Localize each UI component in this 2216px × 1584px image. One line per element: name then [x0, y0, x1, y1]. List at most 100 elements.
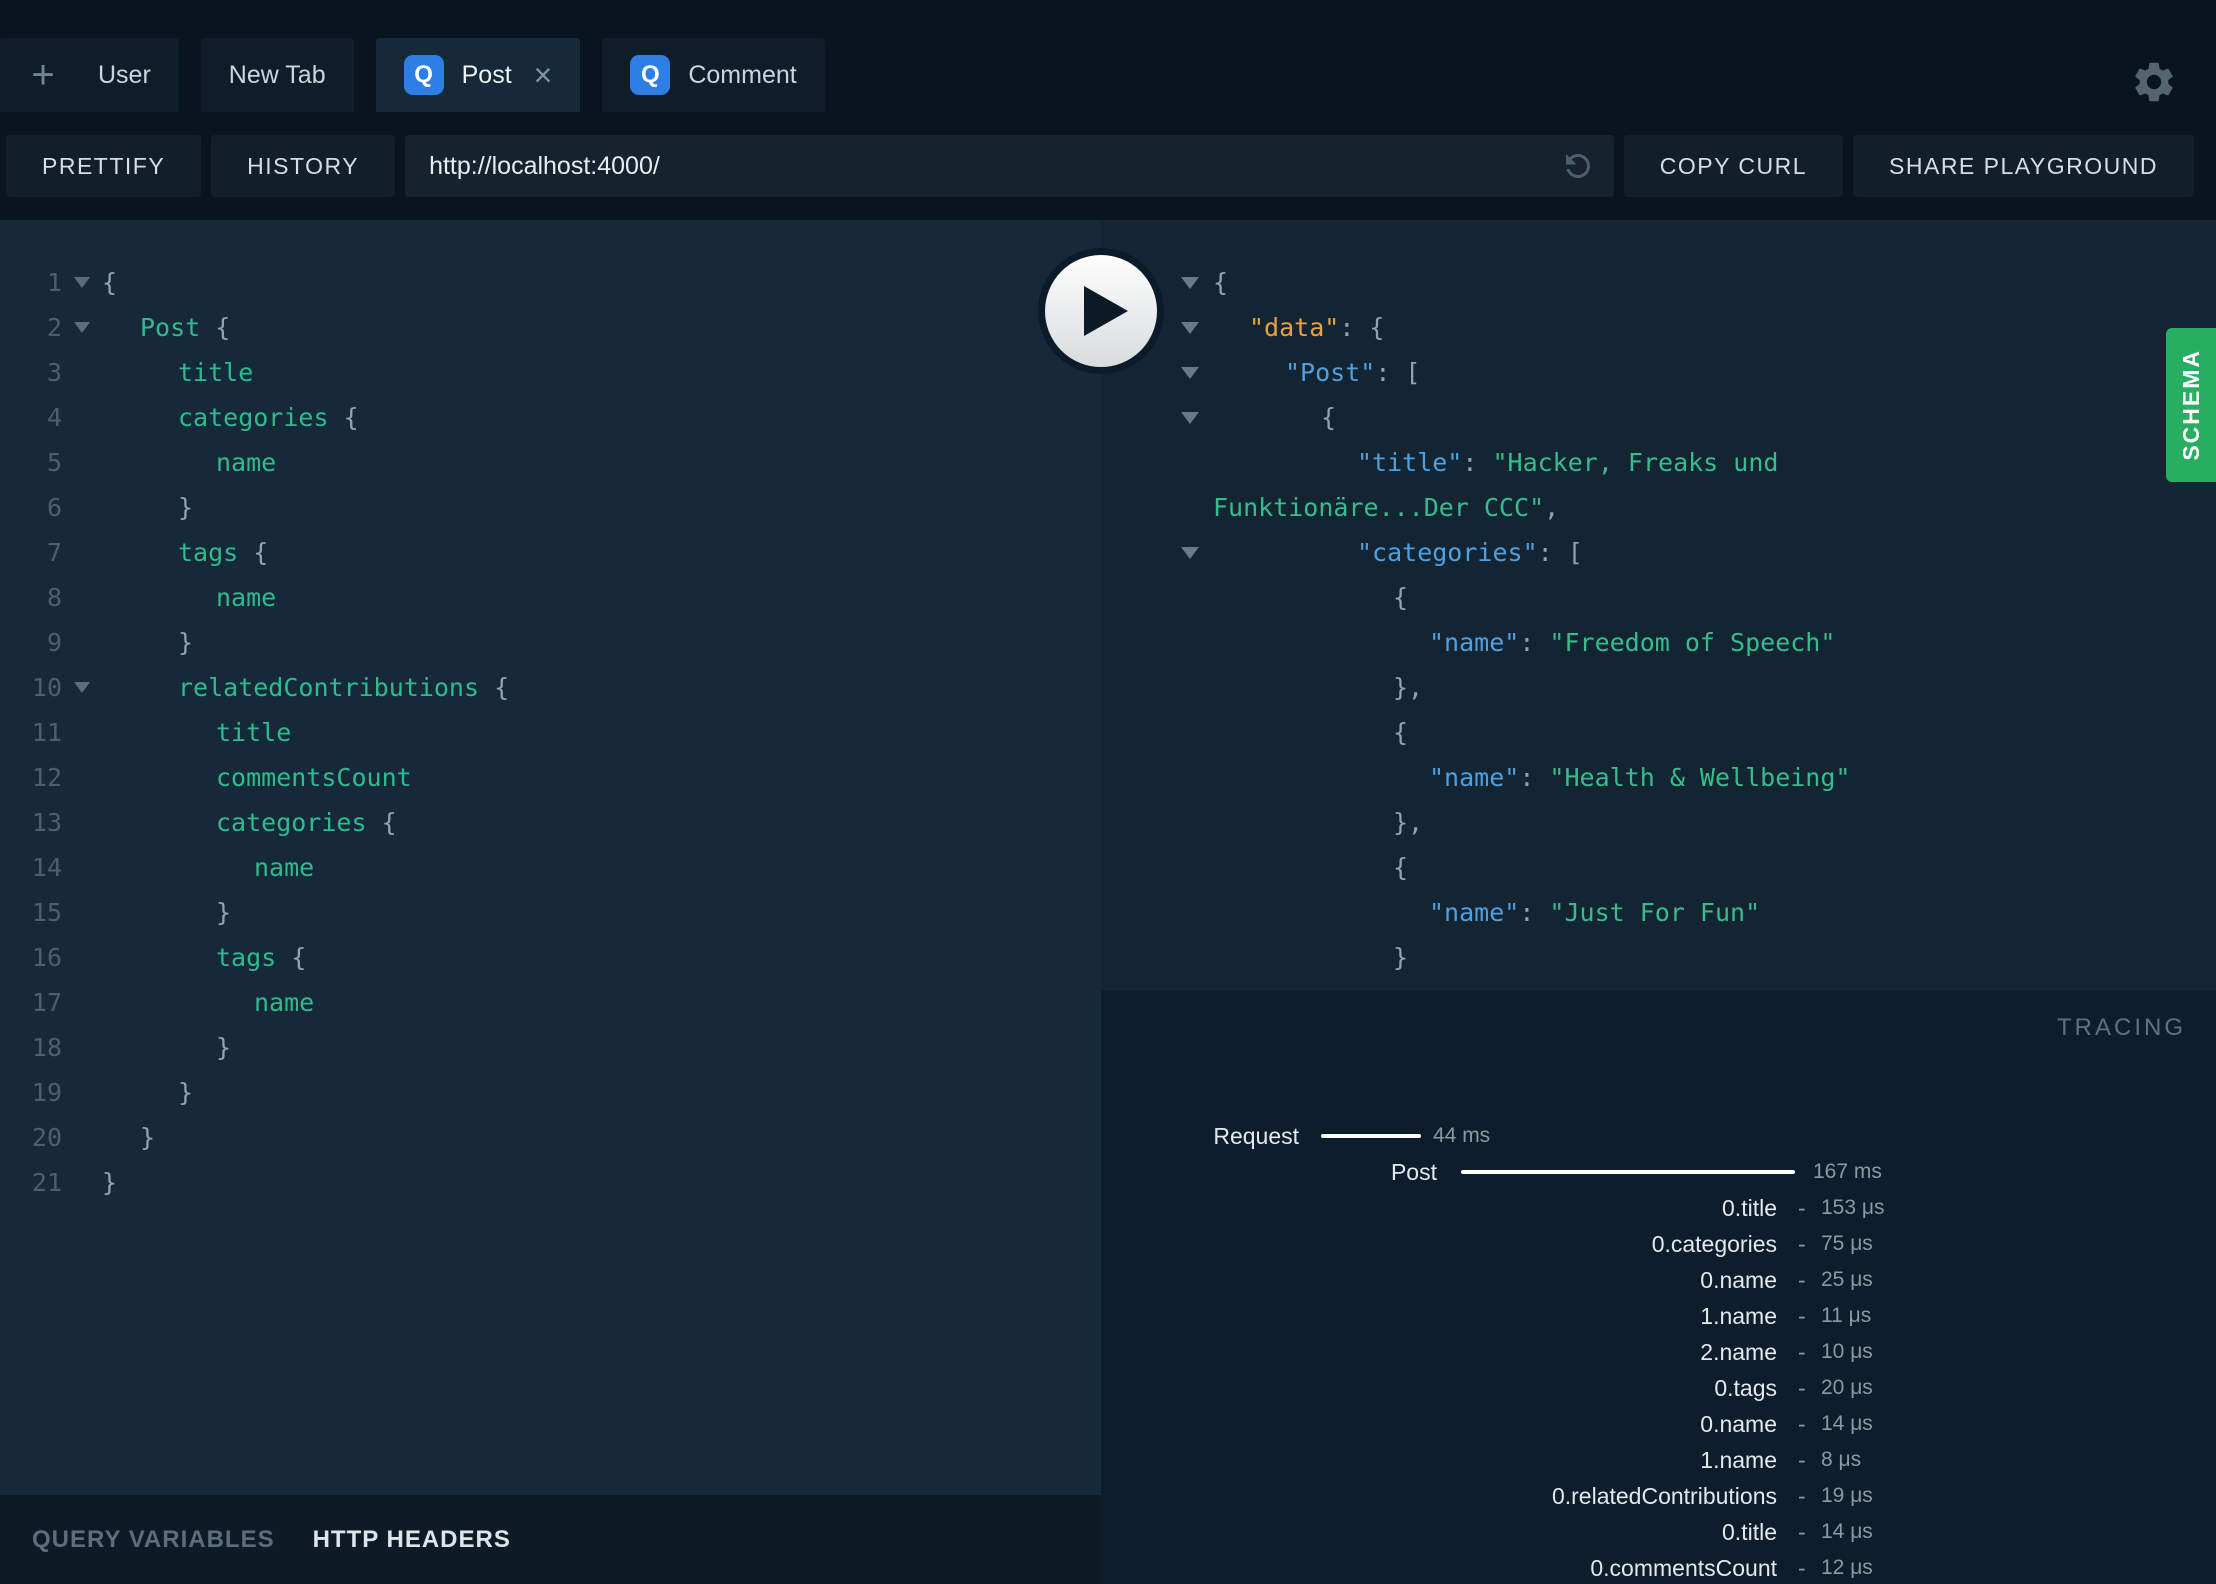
query-line[interactable]: 2 Post {: [0, 305, 1101, 350]
code-token: tags: [216, 943, 277, 972]
code-token: "data": [1249, 313, 1340, 342]
tab-comment[interactable]: Q Comment: [602, 38, 825, 112]
code-token: : [: [1375, 358, 1421, 387]
code-text: name: [102, 575, 276, 620]
query-line[interactable]: 21}: [0, 1160, 1101, 1205]
line-number: 14: [31, 853, 62, 882]
close-tab-icon[interactable]: ×: [534, 59, 553, 91]
fold-gutter: [62, 530, 102, 575]
response-line: "name": "Freedom of Speech": [1101, 620, 2216, 665]
query-editor-lines[interactable]: 1{2 Post {3 title 4 categories {5 name 6} 7 tags…: [0, 220, 1101, 1495]
collapse-toggle-icon[interactable]: [1181, 277, 1199, 289]
code-token: Post: [140, 313, 201, 342]
line-number: 9: [46, 628, 62, 657]
code-text: name: [102, 980, 314, 1025]
fold-gutter: [62, 1115, 102, 1160]
code-text: }: [102, 1070, 193, 1115]
trace-duration-bar: [1461, 1170, 1795, 1174]
line-number: 19: [31, 1078, 62, 1107]
query-line[interactable]: 4 categories {: [0, 395, 1101, 440]
query-line[interactable]: 11 title: [0, 710, 1101, 755]
code-text: }: [102, 1025, 231, 1070]
trace-row: 0.relatedContributions -19 μs: [1101, 1478, 2216, 1514]
fold-gutter: [62, 440, 102, 485]
code-token: name: [254, 853, 315, 882]
fold-toggle-icon[interactable]: [62, 665, 102, 710]
fold-toggle-icon[interactable]: [62, 260, 102, 305]
query-line[interactable]: 12 commentsCount: [0, 755, 1101, 800]
query-badge-icon: Q: [630, 55, 671, 95]
code-token: }: [178, 1078, 194, 1107]
code-token: title: [178, 358, 254, 387]
code-token: {: [328, 403, 359, 432]
trace-time: 167 ms: [1813, 1160, 1882, 1183]
collapse-toggle-icon[interactable]: [1181, 412, 1199, 424]
schema-tab[interactable]: SCHEMA: [2166, 328, 2216, 482]
query-variables-tab[interactable]: QUERY VARIABLES: [32, 1526, 275, 1554]
fold-gutter: [62, 710, 102, 755]
url-input[interactable]: [427, 150, 1560, 182]
query-line[interactable]: 5 name: [0, 440, 1101, 485]
collapse-toggle-icon[interactable]: [1181, 547, 1199, 559]
query-line[interactable]: 19}: [0, 1070, 1101, 1115]
share-playground-button[interactable]: SHARE PLAYGROUND: [1853, 135, 2194, 197]
query-line[interactable]: 1{: [0, 260, 1101, 305]
graphql-playground-window: QUserNew TabQPost×QComment + PRETTIFY HI…: [0, 0, 2216, 1584]
collapse-toggle-icon[interactable]: [1181, 322, 1199, 334]
code-token: {: [366, 808, 397, 837]
query-line[interactable]: 8 name: [0, 575, 1101, 620]
trace-row: 0.name -25 μs: [1101, 1262, 2216, 1298]
tab-label: Post: [461, 60, 512, 89]
trace-row: 0.commentsCount -12 μs: [1101, 1550, 2216, 1584]
code-text: "name": "Just For Fun": [1101, 890, 2216, 935]
code-token: {: [1393, 583, 1409, 612]
response-line: {: [1101, 845, 2216, 890]
tab-list: QUserNew TabQPost×QComment: [12, 38, 825, 112]
code-token: name: [254, 988, 315, 1017]
trace-label: 0.tags: [1714, 1375, 1777, 1401]
code-token: {: [200, 313, 231, 342]
tab-post[interactable]: Q Post ×: [375, 38, 581, 112]
query-line[interactable]: 14 name: [0, 845, 1101, 890]
trace-row: 0.title -14 μs: [1101, 1514, 2216, 1550]
query-line[interactable]: 13 categories {: [0, 800, 1101, 845]
http-headers-tab[interactable]: HTTP HEADERS: [313, 1526, 511, 1554]
response-line: }: [1101, 935, 2216, 980]
trace-label: 0.relatedContributions: [1551, 1483, 1777, 1509]
code-text: {: [1101, 260, 2216, 305]
prettify-button[interactable]: PRETTIFY: [6, 135, 202, 197]
response-line: "Post": [: [1101, 350, 2216, 395]
query-line[interactable]: 9}: [0, 620, 1101, 665]
query-line[interactable]: 7 tags {: [0, 530, 1101, 575]
response-line: },: [1101, 665, 2216, 710]
line-number: 5: [46, 448, 62, 477]
query-line[interactable]: 17 name: [0, 980, 1101, 1025]
query-line[interactable]: 6}: [0, 485, 1101, 530]
history-button[interactable]: HISTORY: [211, 135, 396, 197]
fold-gutter: [62, 755, 102, 800]
collapse-toggle-icon[interactable]: [1181, 367, 1199, 379]
query-line[interactable]: 18}: [0, 1025, 1101, 1070]
query-line[interactable]: 3 title: [0, 350, 1101, 395]
trace-row: 2.name -10 μs: [1101, 1334, 2216, 1370]
code-text: "name": "Health & Wellbeing": [1101, 755, 2216, 800]
query-line[interactable]: 10 relatedContributions {: [0, 665, 1101, 710]
fold-gutter: [62, 485, 102, 530]
trace-row: Post 167 ms: [1101, 1154, 2216, 1190]
line-number: 7: [46, 538, 62, 567]
query-line[interactable]: 16 tags {: [0, 935, 1101, 980]
code-token: :: [1462, 448, 1493, 477]
add-tab-button[interactable]: +: [0, 38, 86, 112]
code-text: Post {: [102, 305, 230, 350]
query-line[interactable]: 20}: [0, 1115, 1101, 1160]
reset-endpoint-icon[interactable]: [1560, 148, 1596, 184]
fold-toggle-icon[interactable]: [62, 305, 102, 350]
execute-query-button[interactable]: [1038, 248, 1164, 374]
line-number: 4: [46, 403, 62, 432]
query-line[interactable]: 15}: [0, 890, 1101, 935]
tab-new-tab[interactable]: New Tab: [200, 38, 354, 112]
line-number: 21: [31, 1168, 62, 1197]
line-number: 15: [31, 898, 62, 927]
settings-gear-icon[interactable]: [2130, 58, 2178, 106]
copy-curl-button[interactable]: COPY CURL: [1623, 135, 1844, 197]
